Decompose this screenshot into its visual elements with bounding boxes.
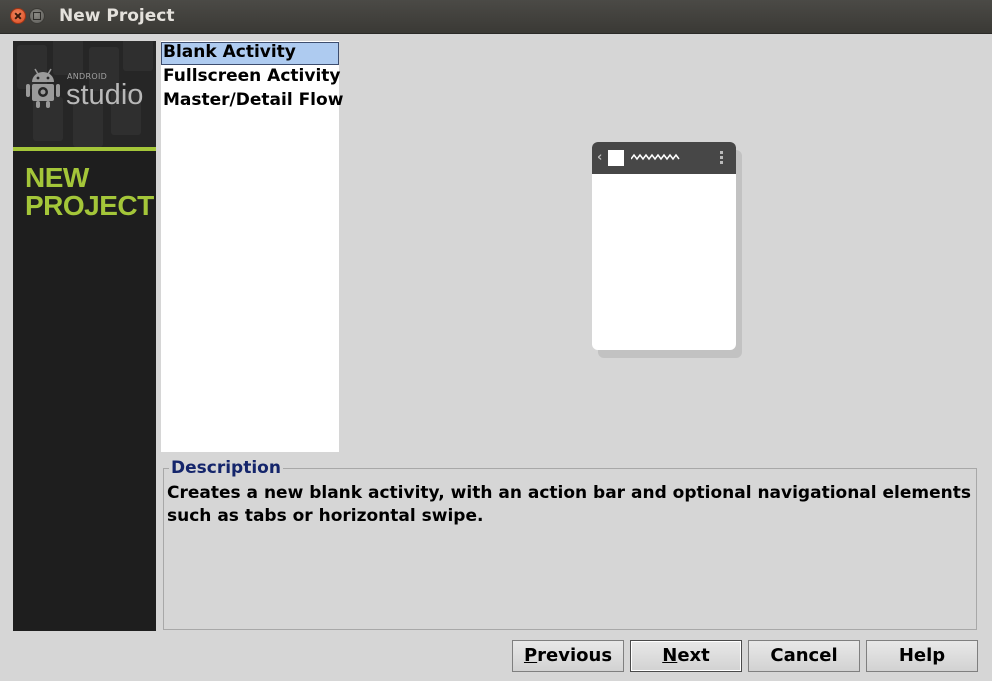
sidebar-banner: ANDROID studio NEW PROJECT xyxy=(13,41,156,631)
android-robot-icon xyxy=(26,68,60,108)
title-bar: New Project xyxy=(0,0,992,34)
description-text: Creates a new blank activity, with an ac… xyxy=(167,483,972,526)
template-item-blank-activity[interactable]: Blank Activity xyxy=(161,42,339,65)
accent-divider xyxy=(13,147,156,151)
close-icon[interactable] xyxy=(10,8,26,24)
next-label: ext xyxy=(677,645,710,666)
template-preview: ‹ xyxy=(592,142,742,358)
template-item-fullscreen-activity[interactable]: Fullscreen Activity xyxy=(161,66,341,89)
chevron-left-icon: ‹ xyxy=(597,150,603,165)
previous-label: revious xyxy=(537,645,613,666)
preview-action-bar: ‹ xyxy=(592,142,736,174)
description-group: Description Creates a new blank activity… xyxy=(163,459,977,630)
maximize-icon[interactable] xyxy=(29,8,45,24)
next-mnemonic: N xyxy=(662,645,678,666)
app-icon-placeholder xyxy=(608,150,624,166)
template-item-master-detail-flow[interactable]: Master/Detail Flow xyxy=(161,90,343,113)
sidebar-heading-line2: PROJECT xyxy=(25,190,154,221)
title-placeholder-icon xyxy=(631,153,680,161)
studio-logo-area: ANDROID studio xyxy=(13,41,156,147)
cancel-button[interactable]: Cancel xyxy=(748,640,860,672)
sidebar-heading-line1: NEW xyxy=(25,162,89,193)
previous-button[interactable]: Previous xyxy=(512,640,624,672)
window-title: New Project xyxy=(59,6,175,26)
overflow-menu-icon xyxy=(720,151,723,166)
previous-mnemonic: P xyxy=(523,645,538,666)
help-button[interactable]: Help xyxy=(866,640,978,672)
description-legend: Description xyxy=(169,458,283,478)
template-list[interactable]: Blank Activity Fullscreen Activity Maste… xyxy=(161,41,343,452)
studio-wordmark: studio xyxy=(66,79,144,111)
next-button[interactable]: Next xyxy=(630,640,742,672)
